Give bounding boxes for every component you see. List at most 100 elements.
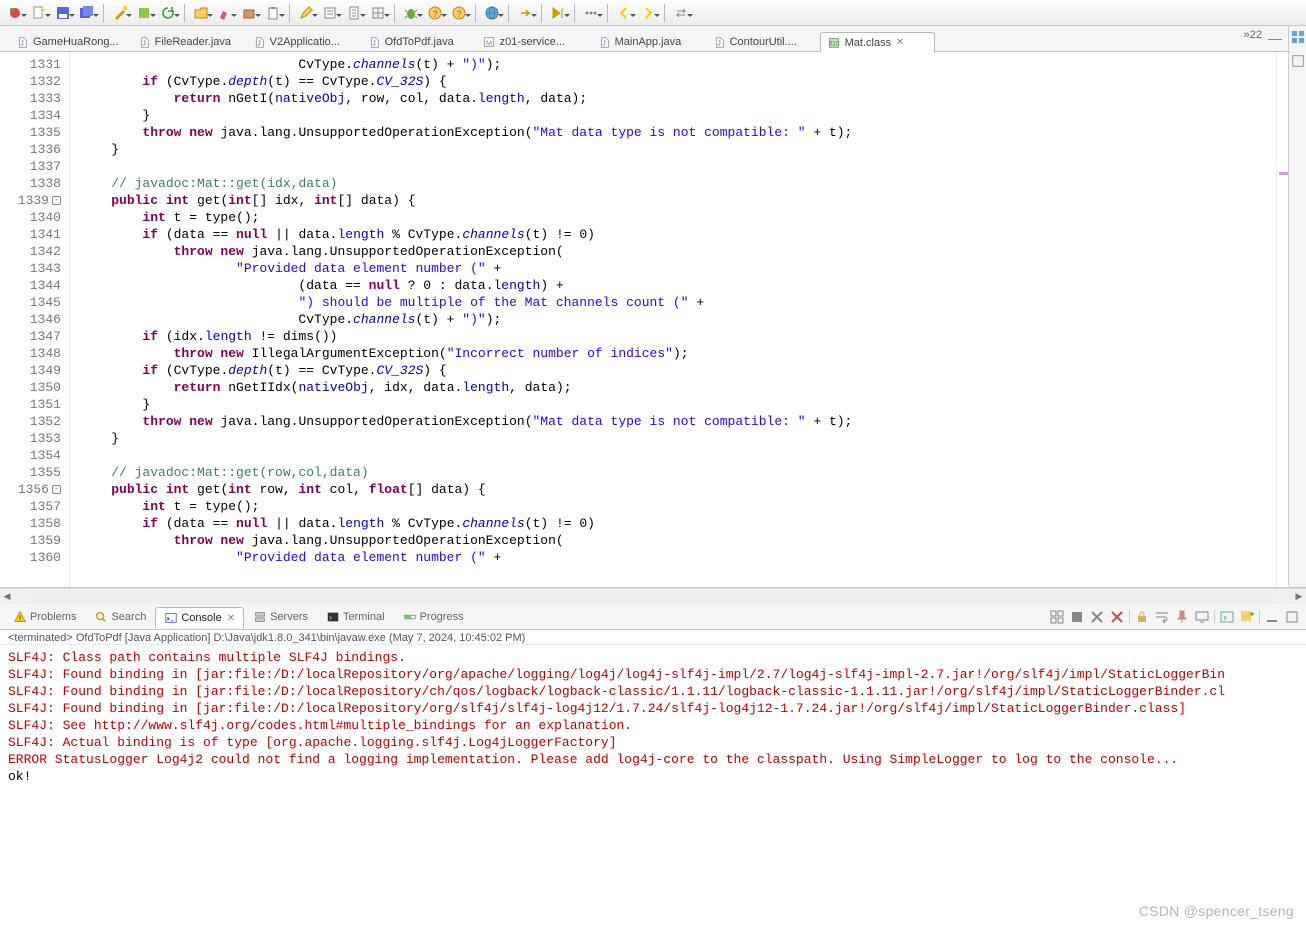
tab-label: GameHuaRong... xyxy=(33,36,119,48)
minimize-icon[interactable] xyxy=(1268,30,1282,40)
prog-icon xyxy=(403,610,417,624)
help-button[interactable]: ? xyxy=(424,2,446,24)
view-tab-progress[interactable]: Progress xyxy=(394,606,473,627)
file-icon: J xyxy=(15,35,29,49)
svg-text:J: J xyxy=(602,41,606,48)
svg-text:J: J xyxy=(20,41,24,48)
search-icon xyxy=(94,610,108,624)
tab-label: FileReader.java xyxy=(155,36,231,48)
close-icon[interactable]: ✕ xyxy=(895,38,905,48)
editor-tab-3[interactable]: JOfdToPdf.java xyxy=(360,31,475,51)
save-button[interactable] xyxy=(52,2,74,24)
wiz-button[interactable] xyxy=(109,2,131,24)
watermark: CSDN @spencer_tseng xyxy=(1139,903,1294,919)
editor-tab-0[interactable]: J GameHuaRong... xyxy=(8,31,130,51)
editor-tab-6[interactable]: J ContourUtil.... xyxy=(705,31,820,51)
max-icon[interactable] xyxy=(1284,609,1300,625)
clip-button[interactable] xyxy=(262,2,284,24)
dots-button[interactable] xyxy=(580,2,602,24)
bottom-tabs: ! Problems Search Console ✕ ServersTerminal Pr… xyxy=(0,604,1306,630)
tab-label: ContourUtil.... xyxy=(730,36,797,48)
wordwrap-icon[interactable] xyxy=(1154,609,1170,625)
ext-button[interactable] xyxy=(133,2,155,24)
horizontal-scrollbar[interactable]: ◀▶ xyxy=(0,588,1306,604)
svg-text:J: J xyxy=(717,41,721,48)
warn-icon: ! xyxy=(13,610,27,624)
grid-button[interactable] xyxy=(367,2,389,24)
file-icon: J xyxy=(137,35,151,49)
svg-text:J: J xyxy=(257,41,261,48)
editor-tab-7[interactable]: 010 Mat.class ✕ xyxy=(820,32,935,52)
remove-launch-icon[interactable] xyxy=(1069,609,1085,625)
clear-icon[interactable] xyxy=(1109,609,1125,625)
view-tab-servers[interactable]: Servers xyxy=(244,606,317,627)
file-icon: 010 xyxy=(827,36,841,50)
code-editor: 133113321333133413351336133713381339-134… xyxy=(0,52,1306,588)
close-icon[interactable]: ✕ xyxy=(227,613,235,624)
brush-button[interactable] xyxy=(214,2,236,24)
fwd-button[interactable] xyxy=(637,2,659,24)
view-tab-console[interactable]: Console ✕ xyxy=(155,607,244,628)
remove-all-icon[interactable] xyxy=(1089,609,1105,625)
task-icon[interactable] xyxy=(1291,54,1305,68)
line-gutter: 133113321333133413351336133713381339-134… xyxy=(0,52,70,587)
console-output[interactable]: SLF4J: Class path contains multiple SLF4… xyxy=(0,645,1306,942)
file-icon: J xyxy=(712,35,726,49)
refresh-button[interactable] xyxy=(157,2,179,24)
svg-text:?: ? xyxy=(456,9,461,19)
doc-button[interactable] xyxy=(343,2,365,24)
saveall-button[interactable] xyxy=(76,2,98,24)
organize-icon[interactable] xyxy=(1049,609,1065,625)
console-toolbar xyxy=(1049,609,1300,625)
min-icon[interactable] xyxy=(1264,609,1280,625)
view-tab-problems[interactable]: ! Problems xyxy=(4,606,85,627)
svg-text:J: J xyxy=(372,41,376,48)
view-tab-label: Problems xyxy=(30,611,76,623)
new-button[interactable] xyxy=(28,2,50,24)
editor-tab-5[interactable]: J MainApp.java xyxy=(590,31,705,51)
console-icon xyxy=(164,611,178,625)
task-button[interactable] xyxy=(319,2,341,24)
pkg-button[interactable] xyxy=(238,2,260,24)
new-console-icon[interactable] xyxy=(1239,609,1255,625)
open-console-icon[interactable] xyxy=(1219,609,1235,625)
editor-tab-4[interactable]: Mz01-service... xyxy=(475,31,590,51)
file-icon: J xyxy=(597,35,611,49)
view-tab-terminal[interactable]: Terminal xyxy=(317,606,394,627)
svg-text:?: ? xyxy=(432,9,437,19)
server-icon xyxy=(253,610,267,624)
file-icon: M xyxy=(482,35,496,49)
swap-button[interactable] xyxy=(670,2,692,24)
right-trim xyxy=(1288,26,1306,586)
bottom-panel: ! Problems Search Console ✕ ServersTerminal Pr… xyxy=(0,604,1306,942)
tab-label: z01-service... xyxy=(500,36,565,48)
view-tab-label: Progress xyxy=(420,611,464,623)
tab-label: MainApp.java xyxy=(615,36,682,48)
back-button[interactable] xyxy=(613,2,635,24)
scroll-lock-icon[interactable] xyxy=(1134,609,1150,625)
outline-icon[interactable] xyxy=(1291,30,1305,44)
tab-label: Mat.class xyxy=(845,37,891,49)
editor-tabs: J GameHuaRong... J FileReader.java JV2Applic… xyxy=(0,26,1306,52)
editor-tab-2[interactable]: JV2Applicatio... xyxy=(245,31,360,51)
file-icon: J xyxy=(367,35,381,49)
view-tab-label: Console xyxy=(181,612,221,624)
globe-button[interactable] xyxy=(481,2,503,24)
open-button[interactable] xyxy=(190,2,212,24)
pin-icon[interactable] xyxy=(1174,609,1190,625)
pencil-button[interactable] xyxy=(295,2,317,24)
debug-button[interactable] xyxy=(4,2,26,24)
svg-text:!: ! xyxy=(19,616,21,623)
launch-label: <terminated> OfdToPdf [Java Application]… xyxy=(0,630,1306,645)
skip-button[interactable] xyxy=(547,2,569,24)
view-tab-search[interactable]: Search xyxy=(85,606,155,627)
editor-tab-1[interactable]: J FileReader.java xyxy=(130,31,245,51)
help2-button[interactable]: ? xyxy=(448,2,470,24)
tabs-overflow-button[interactable]: »22 xyxy=(1244,29,1262,41)
svg-text:M: M xyxy=(486,41,492,48)
code-area[interactable]: CvType.channels(t) + ")"); if (CvType.de… xyxy=(70,52,1276,587)
display-icon[interactable] xyxy=(1194,609,1210,625)
bug-button[interactable] xyxy=(400,2,422,24)
arrow-button[interactable] xyxy=(514,2,536,24)
term-icon xyxy=(326,610,340,624)
